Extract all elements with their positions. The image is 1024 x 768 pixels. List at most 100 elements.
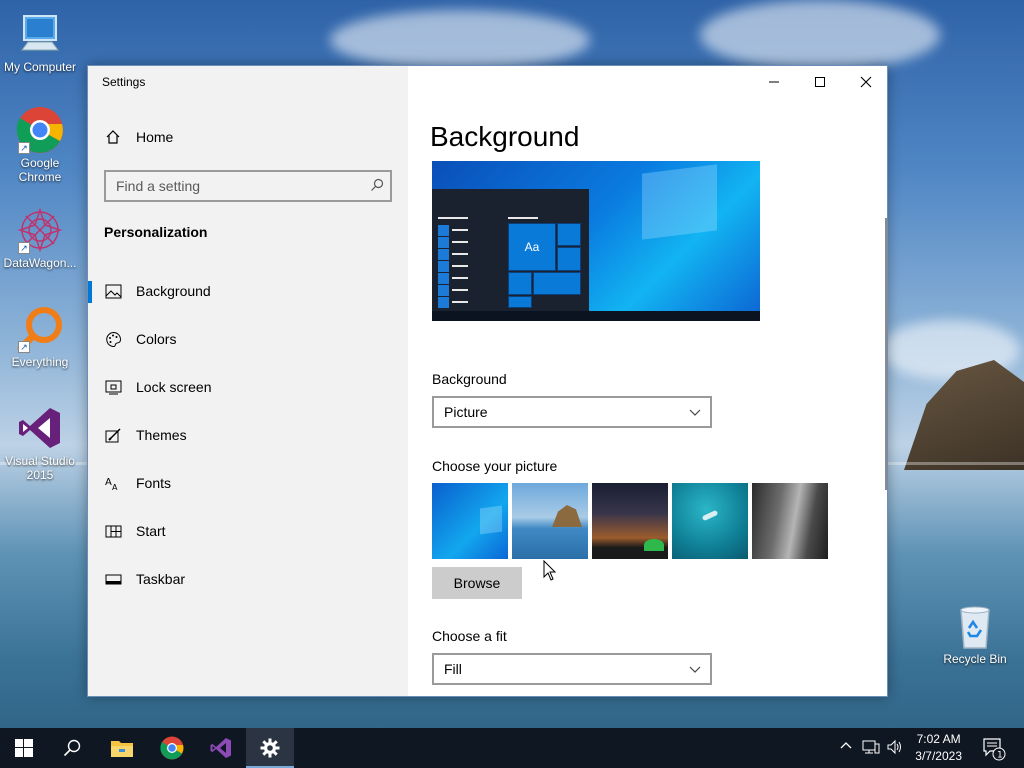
choose-picture-label: Choose your picture [432, 458, 558, 474]
shortcut-arrow-icon: ↗ [18, 242, 30, 254]
show-hidden-icons-chevron-icon[interactable] [839, 739, 853, 756]
browse-button[interactable]: Browse [432, 567, 522, 599]
desktop-icon-my-computer[interactable]: My Computer [0, 10, 80, 74]
close-button[interactable] [843, 66, 887, 98]
sidebar-item-themes[interactable]: Themes [88, 415, 408, 455]
volume-icon[interactable] [886, 739, 904, 758]
windows-logo-wallpaper [642, 164, 717, 240]
sidebar-item-start[interactable]: Start [88, 511, 408, 551]
recycle-bin-icon [951, 602, 999, 650]
taskbar-file-explorer[interactable] [98, 728, 146, 768]
chrome-icon: ↗ [16, 106, 64, 154]
background-label: Background [432, 371, 507, 387]
sidebar-item-lock-screen[interactable]: Lock screen [88, 367, 408, 407]
sidebar-item-fonts[interactable]: AA Fonts [88, 463, 408, 503]
windows-start-icon [15, 739, 33, 757]
notification-icon: 1 [983, 738, 1006, 761]
svg-text:A: A [105, 477, 112, 488]
maximize-icon [815, 77, 825, 87]
mouse-cursor-icon [543, 559, 557, 587]
maximize-button[interactable] [797, 66, 843, 98]
search-input[interactable] [106, 172, 356, 200]
desktop-icon-everything[interactable]: ↗ Everything [0, 305, 80, 369]
taskbar-icon [104, 570, 122, 588]
sidebar-item-taskbar[interactable]: Taskbar [88, 559, 408, 599]
picture-thumbnail-night-sky[interactable] [592, 483, 668, 559]
sidebar-item-label: Taskbar [136, 571, 186, 587]
action-center-button[interactable]: 1 [982, 737, 1008, 764]
settings-window[interactable]: Settings Home Personalization Background [87, 65, 888, 697]
visual-studio-icon [16, 404, 64, 452]
settings-content: Background Aa Background Picture Choose … [408, 66, 887, 696]
sidebar-item-label: Fonts [136, 475, 172, 491]
desktop-icon-visual-studio[interactable]: Visual Studio 2015 [0, 404, 80, 482]
sidebar-item-label: Start [136, 523, 166, 539]
settings-search[interactable] [104, 170, 392, 202]
network-icon[interactable] [862, 739, 880, 758]
choose-fit-label: Choose a fit [432, 628, 507, 644]
picture-icon [104, 282, 122, 300]
palette-icon [104, 330, 122, 348]
visual-studio-icon [210, 738, 231, 758]
taskbar-search-button[interactable] [48, 728, 96, 768]
shortcut-arrow-icon: ↗ [18, 341, 30, 353]
settings-sidebar: Settings Home Personalization Background [88, 66, 408, 696]
minimize-icon [769, 81, 779, 83]
chrome-icon [160, 736, 184, 760]
nav-home[interactable]: Home [104, 128, 173, 146]
svg-text:A: A [112, 483, 118, 491]
themes-icon [104, 426, 122, 444]
taskbar-settings[interactable] [246, 728, 294, 768]
preview-start-menu: Aa [432, 189, 589, 311]
sidebar-item-label: Background [136, 283, 211, 299]
preview-tile: Aa [508, 223, 556, 271]
clock-time: 7:02 AM [916, 732, 961, 746]
everything-icon: ↗ [16, 305, 64, 353]
page-title: Background [430, 121, 580, 152]
desktop-icon-label: Recycle Bin [943, 652, 1007, 666]
window-title: Settings [102, 75, 146, 89]
preview-taskbar [432, 311, 760, 321]
picture-thumbnail-rock[interactable] [752, 483, 828, 559]
lock-screen-icon [104, 378, 122, 396]
picture-thumbnail-underwater[interactable] [672, 483, 748, 559]
taskbar-clock[interactable]: 7:02 AM 3/7/2023 [915, 731, 962, 765]
search-icon[interactable] [370, 178, 384, 197]
desktop-icon-label: My Computer [3, 60, 77, 74]
desktop-icon-label: DataWagon... [3, 256, 77, 270]
start-icon [104, 522, 122, 540]
close-icon [860, 76, 872, 88]
taskbar-visual-studio[interactable] [197, 728, 245, 768]
picture-thumbnail-beach[interactable] [512, 483, 588, 559]
sidebar-item-label: Lock screen [136, 379, 212, 395]
desktop-icon-google-chrome[interactable]: ↗ Google Chrome [0, 106, 80, 184]
fit-dropdown[interactable]: Fill [432, 653, 712, 685]
computer-icon [16, 10, 64, 58]
background-dropdown-value: Picture [444, 404, 488, 420]
taskbar-chrome[interactable] [148, 728, 196, 768]
home-icon [104, 128, 122, 146]
background-preview: Aa [432, 161, 760, 321]
fit-dropdown-value: Fill [444, 661, 462, 677]
sidebar-item-background[interactable]: Background [88, 271, 408, 311]
fonts-icon: AA [104, 474, 122, 492]
section-title: Personalization [104, 224, 208, 240]
picture-thumbnail-windows[interactable] [432, 483, 508, 559]
picture-thumbnails [432, 483, 828, 559]
datawagon-icon: ↗ [16, 206, 64, 254]
start-button[interactable] [0, 728, 48, 768]
search-icon [63, 739, 81, 757]
chevron-down-icon [688, 405, 702, 422]
desktop-icon-label: Visual Studio 2015 [5, 454, 75, 482]
selection-indicator [88, 281, 92, 303]
clock-date: 3/7/2023 [915, 749, 962, 763]
desktop-icon-datawagon[interactable]: ↗ DataWagon... [0, 206, 80, 270]
desktop-icon-recycle-bin[interactable]: Recycle Bin [935, 602, 1015, 666]
chevron-down-icon [688, 662, 702, 679]
minimize-button[interactable] [751, 66, 797, 98]
background-dropdown[interactable]: Picture [432, 396, 712, 428]
notification-count: 1 [997, 751, 1003, 761]
content-scrollbar[interactable] [885, 218, 887, 490]
desktop-icon-label: Everything [11, 355, 69, 369]
sidebar-item-colors[interactable]: Colors [88, 319, 408, 359]
